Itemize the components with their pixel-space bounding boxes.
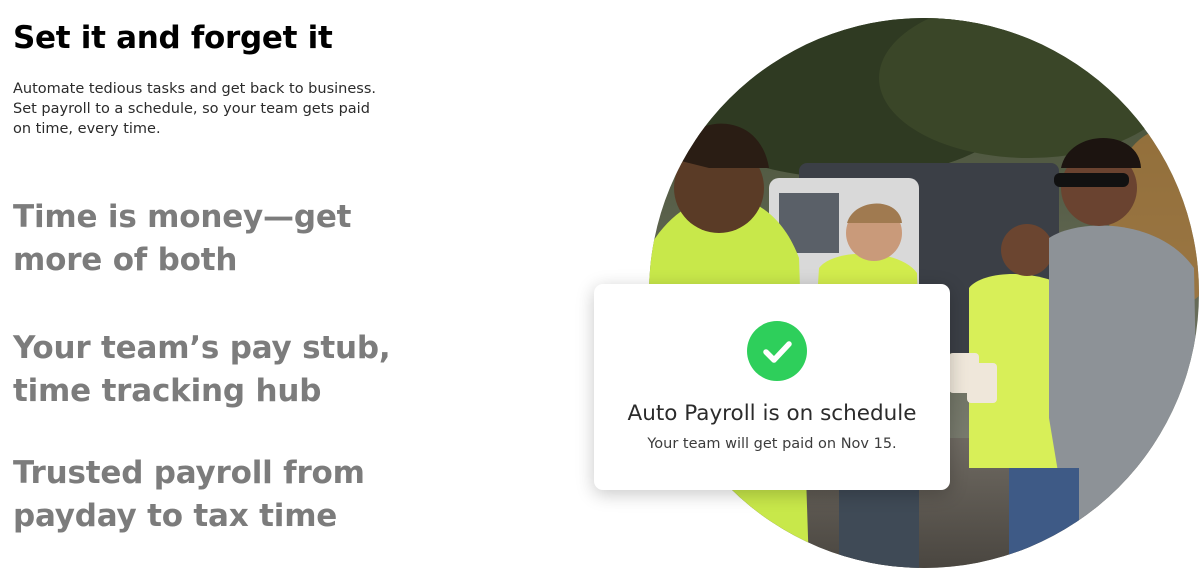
section-title: Set it and forget it — [13, 20, 333, 56]
notification-message: Your team will get paid on Nov 15. — [647, 436, 897, 452]
feature-tab-trusted-payroll[interactable]: Trusted payroll from payday to tax time — [13, 452, 413, 538]
checkmark-icon — [763, 341, 792, 363]
success-badge — [747, 321, 807, 381]
section-intro: Automate tedious tasks and get back to b… — [13, 81, 376, 137]
feature-tab-pay-stub-hub[interactable]: Your team’s pay stub, time tracking hub — [13, 327, 413, 413]
auto-payroll-notification: Auto Payroll is on schedule Your team wi… — [594, 284, 950, 490]
notification-title: Auto Payroll is on schedule — [627, 401, 917, 426]
feature-tab-time-is-money[interactable]: Time is money—get more of both — [13, 196, 413, 282]
